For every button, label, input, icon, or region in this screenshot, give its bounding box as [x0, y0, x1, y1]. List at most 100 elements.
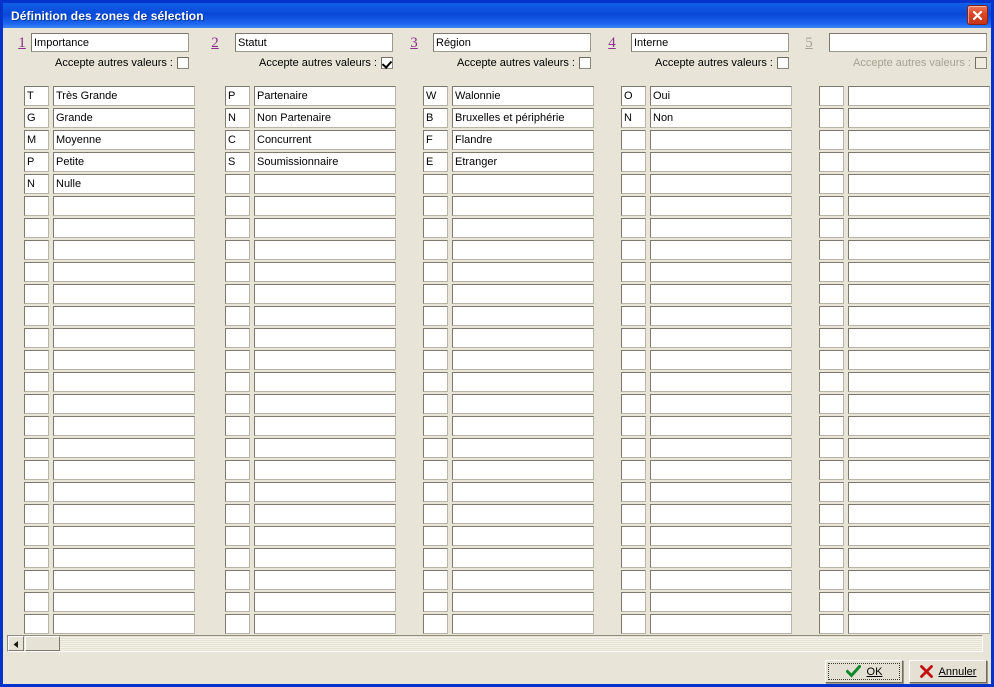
code-cell[interactable]	[423, 240, 448, 260]
code-cell[interactable]	[621, 504, 646, 524]
code-cell[interactable]	[621, 372, 646, 392]
value-cell[interactable]	[848, 130, 990, 150]
value-cell[interactable]	[53, 482, 195, 502]
cancel-button[interactable]: Annuler	[909, 660, 987, 683]
value-cell[interactable]: Partenaire	[254, 86, 396, 106]
accepte-autres-valeurs-checkbox-3[interactable]	[579, 57, 591, 69]
value-cell[interactable]	[650, 152, 792, 172]
code-cell[interactable]	[225, 218, 250, 238]
value-cell[interactable]	[452, 526, 594, 546]
arrow-left-icon[interactable]	[8, 636, 24, 651]
value-cell[interactable]	[452, 328, 594, 348]
value-cell[interactable]	[848, 416, 990, 436]
value-cell[interactable]	[254, 240, 396, 260]
value-cell[interactable]	[53, 240, 195, 260]
value-cell[interactable]	[650, 218, 792, 238]
code-cell[interactable]	[819, 394, 844, 414]
accepte-autres-valeurs-checkbox-4[interactable]	[777, 57, 789, 69]
code-cell[interactable]	[423, 394, 448, 414]
value-cell[interactable]	[650, 196, 792, 216]
value-cell[interactable]	[53, 460, 195, 480]
value-cell[interactable]	[848, 284, 990, 304]
value-cell[interactable]: Flandre	[452, 130, 594, 150]
value-cell[interactable]: Non Partenaire	[254, 108, 396, 128]
code-cell[interactable]	[621, 218, 646, 238]
value-cell[interactable]	[848, 152, 990, 172]
code-cell[interactable]: C	[225, 130, 250, 150]
value-cell[interactable]	[254, 262, 396, 282]
value-cell[interactable]: Moyenne	[53, 130, 195, 150]
value-cell[interactable]	[254, 174, 396, 194]
code-cell[interactable]	[225, 306, 250, 326]
value-cell[interactable]	[848, 504, 990, 524]
value-cell[interactable]	[848, 240, 990, 260]
value-cell[interactable]	[452, 218, 594, 238]
code-cell[interactable]	[24, 460, 49, 480]
code-cell[interactable]	[225, 438, 250, 458]
code-cell[interactable]	[423, 526, 448, 546]
code-cell[interactable]	[423, 196, 448, 216]
value-cell[interactable]	[53, 570, 195, 590]
value-cell[interactable]	[254, 306, 396, 326]
code-cell[interactable]	[225, 372, 250, 392]
value-cell[interactable]: Non	[650, 108, 792, 128]
code-cell[interactable]	[24, 262, 49, 282]
value-cell[interactable]	[848, 86, 990, 106]
code-cell[interactable]	[423, 438, 448, 458]
code-cell[interactable]	[225, 350, 250, 370]
column-number-link-1[interactable]: 1	[13, 35, 31, 52]
value-cell[interactable]	[848, 526, 990, 546]
value-cell[interactable]	[254, 504, 396, 524]
code-cell[interactable]	[819, 196, 844, 216]
value-cell[interactable]	[452, 614, 594, 634]
code-cell[interactable]: S	[225, 152, 250, 172]
code-cell[interactable]	[819, 284, 844, 304]
code-cell[interactable]	[423, 174, 448, 194]
code-cell[interactable]	[423, 372, 448, 392]
code-cell[interactable]: M	[24, 130, 49, 150]
value-cell[interactable]	[650, 614, 792, 634]
code-cell[interactable]	[225, 262, 250, 282]
value-cell[interactable]	[848, 394, 990, 414]
value-cell[interactable]	[452, 416, 594, 436]
code-cell[interactable]	[225, 614, 250, 634]
value-cell[interactable]	[452, 548, 594, 568]
value-cell[interactable]	[650, 416, 792, 436]
code-cell[interactable]	[24, 504, 49, 524]
value-cell[interactable]	[452, 438, 594, 458]
code-cell[interactable]	[819, 108, 844, 128]
code-cell[interactable]	[225, 504, 250, 524]
value-cell[interactable]	[452, 460, 594, 480]
value-cell[interactable]	[848, 570, 990, 590]
value-cell[interactable]	[452, 350, 594, 370]
code-cell[interactable]	[423, 614, 448, 634]
value-cell[interactable]	[254, 372, 396, 392]
code-cell[interactable]	[621, 350, 646, 370]
value-cell[interactable]	[254, 482, 396, 502]
value-cell[interactable]	[650, 570, 792, 590]
code-cell[interactable]	[819, 262, 844, 282]
code-cell[interactable]	[24, 438, 49, 458]
value-cell[interactable]	[848, 372, 990, 392]
code-cell[interactable]	[819, 372, 844, 392]
value-cell[interactable]	[254, 614, 396, 634]
value-cell[interactable]	[848, 108, 990, 128]
code-cell[interactable]	[24, 592, 49, 612]
value-cell[interactable]: Petite	[53, 152, 195, 172]
column-number-link-4[interactable]: 4	[603, 35, 621, 52]
value-cell[interactable]	[254, 350, 396, 370]
code-cell[interactable]	[819, 174, 844, 194]
code-cell[interactable]: B	[423, 108, 448, 128]
code-cell[interactable]	[621, 482, 646, 502]
code-cell[interactable]	[621, 592, 646, 612]
value-cell[interactable]: Grande	[53, 108, 195, 128]
code-cell[interactable]	[621, 306, 646, 326]
value-cell[interactable]	[254, 526, 396, 546]
value-cell[interactable]: Walonnie	[452, 86, 594, 106]
code-cell[interactable]	[621, 240, 646, 260]
code-cell[interactable]	[819, 416, 844, 436]
code-cell[interactable]	[819, 130, 844, 150]
column-name-input-2[interactable]	[235, 33, 393, 52]
value-cell[interactable]	[254, 570, 396, 590]
value-cell[interactable]	[452, 570, 594, 590]
